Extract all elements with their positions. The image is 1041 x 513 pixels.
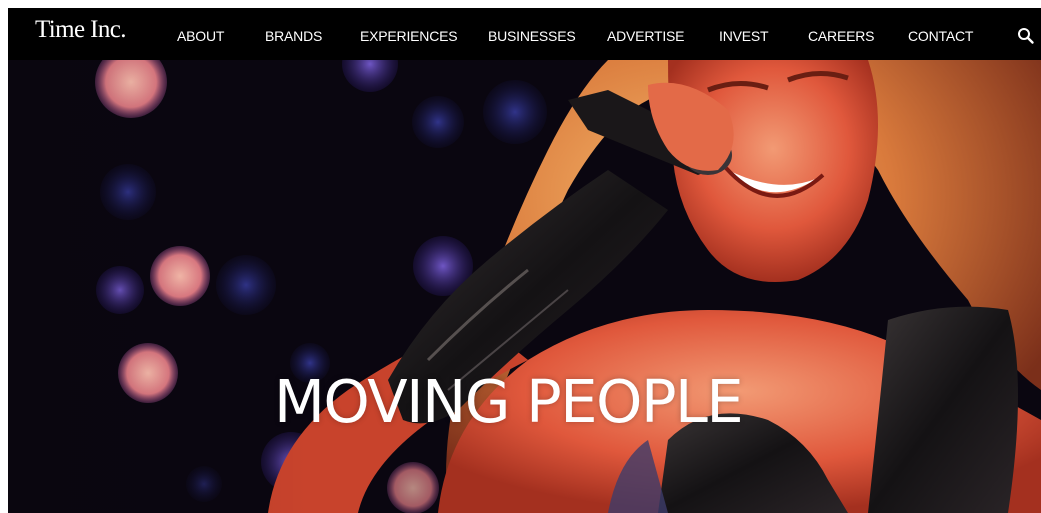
nav-item-brands[interactable]: BRANDS <box>265 28 322 44</box>
hero-banner[interactable]: MOVING PEOPLE <box>8 60 1041 513</box>
top-navigation-bar: Time Inc. ABOUT BRANDS EXPERIENCES BUSIN… <box>8 8 1041 60</box>
page-frame: Time Inc. ABOUT BRANDS EXPERIENCES BUSIN… <box>8 8 1041 513</box>
nav-item-invest[interactable]: INVEST <box>719 28 769 44</box>
nav-item-careers[interactable]: CAREERS <box>808 28 874 44</box>
search-icon[interactable] <box>1017 27 1035 45</box>
nav-item-businesses[interactable]: BUSINESSES <box>488 28 576 44</box>
nav-item-contact[interactable]: CONTACT <box>908 28 973 44</box>
nav-item-advertise[interactable]: ADVERTISE <box>607 28 685 44</box>
nav-item-about[interactable]: ABOUT <box>177 28 224 44</box>
hero-headline: MOVING PEOPLE <box>274 367 744 436</box>
time-inc-logo[interactable]: Time Inc. <box>35 16 127 44</box>
nav-item-experiences[interactable]: EXPERIENCES <box>360 28 458 44</box>
hero-photo <box>8 60 1041 513</box>
